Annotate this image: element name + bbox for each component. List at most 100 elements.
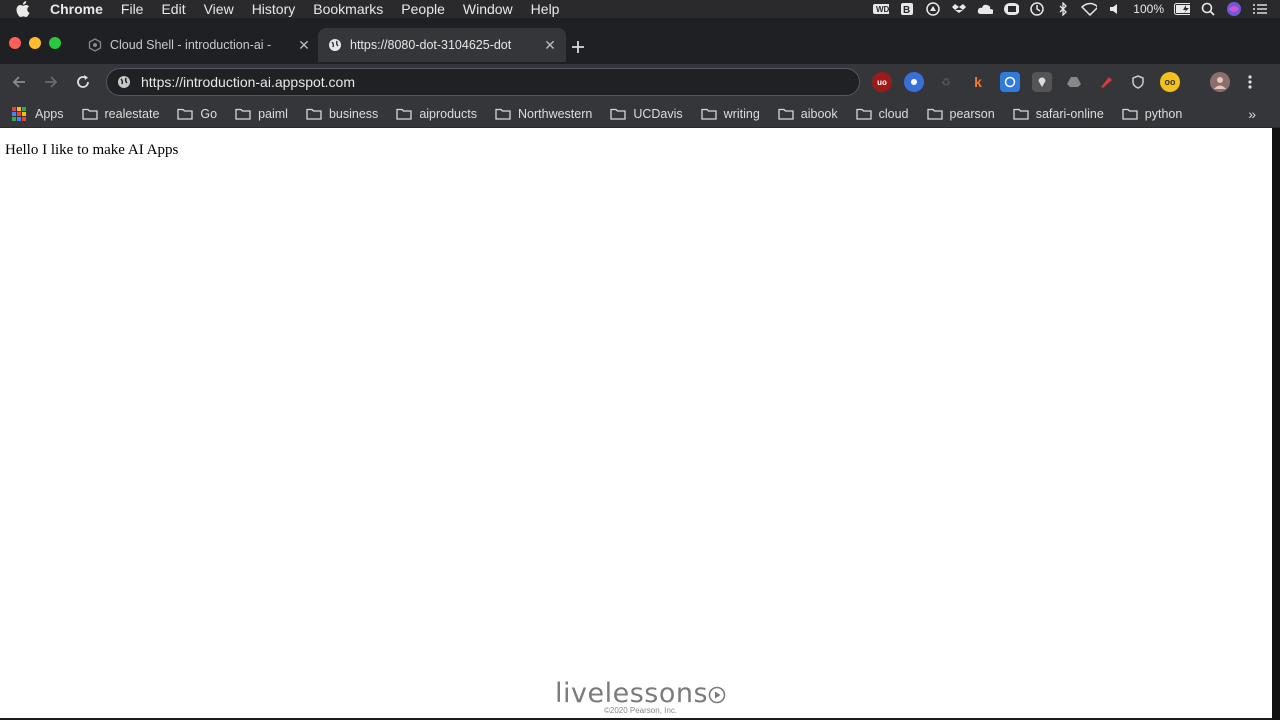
reload-icon — [77, 75, 89, 88]
bookmark-folder-python[interactable]: python — [1122, 106, 1183, 121]
window-close-button[interactable] — [9, 37, 21, 49]
bookmark-folder-realestate[interactable]: realestate — [81, 107, 159, 121]
notifications-icon[interactable] — [1252, 3, 1268, 15]
bookmark-folder-business[interactable]: business — [306, 107, 378, 121]
menu-view[interactable]: View — [204, 0, 234, 18]
bookmark-folder-writing[interactable]: writing — [701, 107, 760, 121]
bookmark-label: python — [1144, 106, 1183, 121]
tab-active-app[interactable]: https://8080-dot-3104625-dot ✕ — [318, 28, 566, 62]
red-pen-icon[interactable] — [1096, 72, 1116, 92]
window-edge — [1272, 128, 1280, 720]
menu-people[interactable]: People — [401, 0, 445, 18]
extension-icons: uo ♻ k oo — [872, 72, 1230, 92]
forward-button[interactable] — [41, 72, 61, 92]
drive-icon[interactable] — [925, 2, 941, 16]
more-vertical-icon — [1248, 75, 1252, 89]
tab-close-icon[interactable]: ✕ — [542, 37, 558, 53]
bookmark-folder-aibook[interactable]: aibook — [778, 107, 838, 121]
folder-icon — [306, 108, 322, 120]
b-icon[interactable]: B — [899, 3, 915, 15]
glasses-extension-icon[interactable]: oo — [1160, 72, 1180, 92]
globe-icon — [328, 38, 342, 52]
chrome-menu-button[interactable] — [1240, 72, 1260, 92]
bookmark-folder-aiproducts[interactable]: aiproducts — [396, 107, 477, 121]
window-zoom-button[interactable] — [49, 37, 61, 49]
menu-window[interactable]: Window — [463, 0, 513, 18]
livelessons-watermark: livelessons ©2020 Pearson, Inc. — [555, 680, 726, 715]
menu-bookmarks[interactable]: Bookmarks — [313, 0, 383, 18]
cloud-icon[interactable] — [977, 3, 994, 15]
menu-help[interactable]: Help — [531, 0, 560, 18]
bookmark-label: writing — [723, 106, 760, 121]
folder-icon — [610, 108, 626, 120]
bookmark-folder-ucdavis[interactable]: UCDavis — [610, 107, 683, 121]
svg-text:WD: WD — [876, 5, 889, 14]
siri-icon[interactable] — [1226, 2, 1242, 16]
bookmark-label: cloud — [878, 106, 909, 121]
recycle-icon[interactable]: ♻ — [936, 72, 956, 92]
wd-icon[interactable]: WD — [873, 3, 890, 15]
search-icon[interactable] — [1200, 2, 1216, 16]
folder-icon — [396, 108, 412, 120]
bookmark-folder-northwestern[interactable]: Northwestern — [495, 107, 592, 121]
profile-avatar[interactable] — [1210, 72, 1230, 92]
address-bar[interactable] — [106, 68, 860, 96]
folder-icon — [235, 108, 251, 120]
drive-extension-icon[interactable] — [1064, 72, 1084, 92]
location-pin-icon[interactable] — [1032, 72, 1052, 92]
ublock-icon[interactable]: uo — [872, 72, 892, 92]
wifi-icon[interactable] — [1081, 2, 1098, 16]
k-extension-icon[interactable]: k — [968, 72, 988, 92]
tab-title: Cloud Shell - introduction-ai - — [110, 38, 272, 52]
bluetooth-icon[interactable] — [1055, 2, 1071, 16]
arrow-right-icon — [45, 76, 58, 88]
bookmark-label: Go — [200, 106, 218, 121]
display-icon[interactable] — [1003, 3, 1020, 15]
bookmark-label: business — [328, 106, 379, 121]
bookmark-folder-paiml[interactable]: paiml — [235, 107, 288, 121]
web-page-content: Hello I like to make AI Apps — [0, 128, 1272, 718]
folder-icon — [926, 108, 943, 120]
menu-history[interactable]: History — [252, 0, 296, 18]
new-tab-button[interactable] — [568, 37, 588, 57]
menu-app-chrome[interactable]: Chrome — [50, 0, 103, 18]
menu-edit[interactable]: Edit — [161, 0, 185, 18]
folder-icon — [778, 108, 794, 120]
folder-icon — [855, 108, 872, 120]
browser-extension-icon[interactable] — [1000, 72, 1020, 92]
back-button[interactable] — [9, 72, 29, 92]
bookmark-folder-cloud[interactable]: cloud — [855, 106, 909, 121]
folder-icon — [495, 108, 511, 120]
menu-file[interactable]: File — [121, 0, 144, 18]
site-info-icon[interactable] — [117, 75, 131, 89]
reload-button[interactable] — [73, 72, 93, 92]
text-cursor-icon — [420, 73, 430, 91]
play-circle-icon — [708, 686, 726, 704]
svg-text:B: B — [903, 5, 910, 15]
bookmark-folder-go[interactable]: Go — [177, 107, 217, 121]
bookmark-folder-safari-online[interactable]: safari-online — [1013, 107, 1104, 121]
shield-icon[interactable] — [1128, 72, 1148, 92]
arrow-left-icon — [12, 76, 25, 88]
extension-circle-icon[interactable] — [904, 72, 924, 92]
tab-cloud-shell[interactable]: Cloud Shell - introduction-ai - ✕ — [80, 28, 318, 62]
bookmark-apps[interactable]: Apps — [10, 106, 64, 121]
bookmark-folder-pearson[interactable]: pearson — [926, 107, 995, 121]
time-machine-icon[interactable] — [1029, 2, 1045, 16]
volume-icon[interactable] — [1107, 3, 1123, 15]
bookmarks-overflow-icon[interactable]: » — [1248, 106, 1256, 122]
window-controls — [9, 37, 61, 49]
dropbox-icon[interactable] — [951, 3, 967, 15]
macos-menu-bar: Chrome File Edit View History Bookmarks … — [0, 0, 1280, 18]
tab-strip: Cloud Shell - introduction-ai - ✕ https:… — [0, 18, 1280, 64]
folder-icon — [701, 108, 717, 120]
bookmark-label: aibook — [800, 106, 838, 121]
window-minimize-button[interactable] — [29, 37, 41, 49]
url-input[interactable] — [141, 74, 741, 90]
tab-close-icon[interactable]: ✕ — [296, 37, 312, 53]
bookmark-label: Apps — [35, 106, 64, 121]
bookmark-label: safari-online — [1035, 106, 1104, 121]
apple-icon[interactable] — [16, 1, 32, 17]
battery-icon[interactable] — [1174, 3, 1190, 15]
tab-title: https://8080-dot-3104625-dot — [350, 38, 512, 52]
